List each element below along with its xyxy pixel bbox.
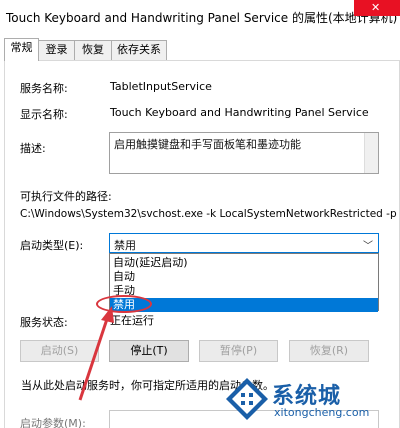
title-bar: Touch Keyboard and Handwriting Panel Ser… — [0, 0, 400, 34]
startup-type-select[interactable]: 禁用 ﹀ — [109, 233, 379, 253]
service-name-value: TabletInputService — [110, 80, 212, 93]
startup-option-auto-delayed[interactable]: 自动(延迟启动) — [110, 256, 378, 270]
tab-dependencies[interactable]: 依存关系 — [111, 40, 167, 60]
description-label: 描述: — [20, 142, 46, 155]
description-box[interactable]: 启用触摸键盘和手写面板笔和墨迹功能 — [109, 132, 379, 174]
close-button[interactable]: ✕ — [354, 0, 400, 16]
pause-button[interactable]: 暂停(P) — [199, 340, 278, 362]
startup-option-auto[interactable]: 自动 — [110, 270, 378, 284]
tab-general[interactable]: 常规 — [4, 38, 39, 61]
start-params-label: 启动参数(M): — [20, 417, 86, 428]
service-status-value: 正在运行 — [110, 314, 154, 327]
start-button[interactable]: 启动(S) — [20, 340, 99, 362]
chevron-down-icon: ﹀ — [363, 241, 373, 252]
resume-button[interactable]: 恢复(R) — [289, 340, 369, 362]
watermark-site: xitongcheng.com — [274, 406, 370, 419]
startup-type-label: 启动类型(E): — [20, 239, 84, 252]
annotation-circle — [96, 295, 152, 313]
startup-option-manual[interactable]: 手动 — [110, 284, 378, 298]
exe-path-label: 可执行文件的路径: — [20, 190, 112, 203]
watermark: 系统城 xitongcheng.com — [224, 376, 394, 424]
tab-logon[interactable]: 登录 — [38, 40, 75, 60]
close-icon: ✕ — [371, 2, 381, 14]
description-scrollbar[interactable] — [364, 133, 378, 173]
tab-recovery[interactable]: 恢复 — [74, 40, 112, 60]
service-status-label: 服务状态: — [20, 316, 68, 329]
windows-logo-icon — [226, 378, 268, 420]
startup-type-selected-value: 禁用 — [114, 239, 136, 252]
display-name-value: Touch Keyboard and Handwriting Panel Ser… — [110, 106, 369, 119]
exe-path-value: C:\Windows\System32\svchost.exe -k Local… — [20, 208, 397, 220]
service-name-label: 服务名称: — [20, 82, 68, 95]
window-title: Touch Keyboard and Handwriting Panel Ser… — [6, 11, 398, 25]
display-name-label: 显示名称: — [20, 108, 68, 121]
stop-button[interactable]: 停止(T) — [109, 340, 189, 362]
description-text: 启用触摸键盘和手写面板笔和墨迹功能 — [114, 138, 301, 151]
